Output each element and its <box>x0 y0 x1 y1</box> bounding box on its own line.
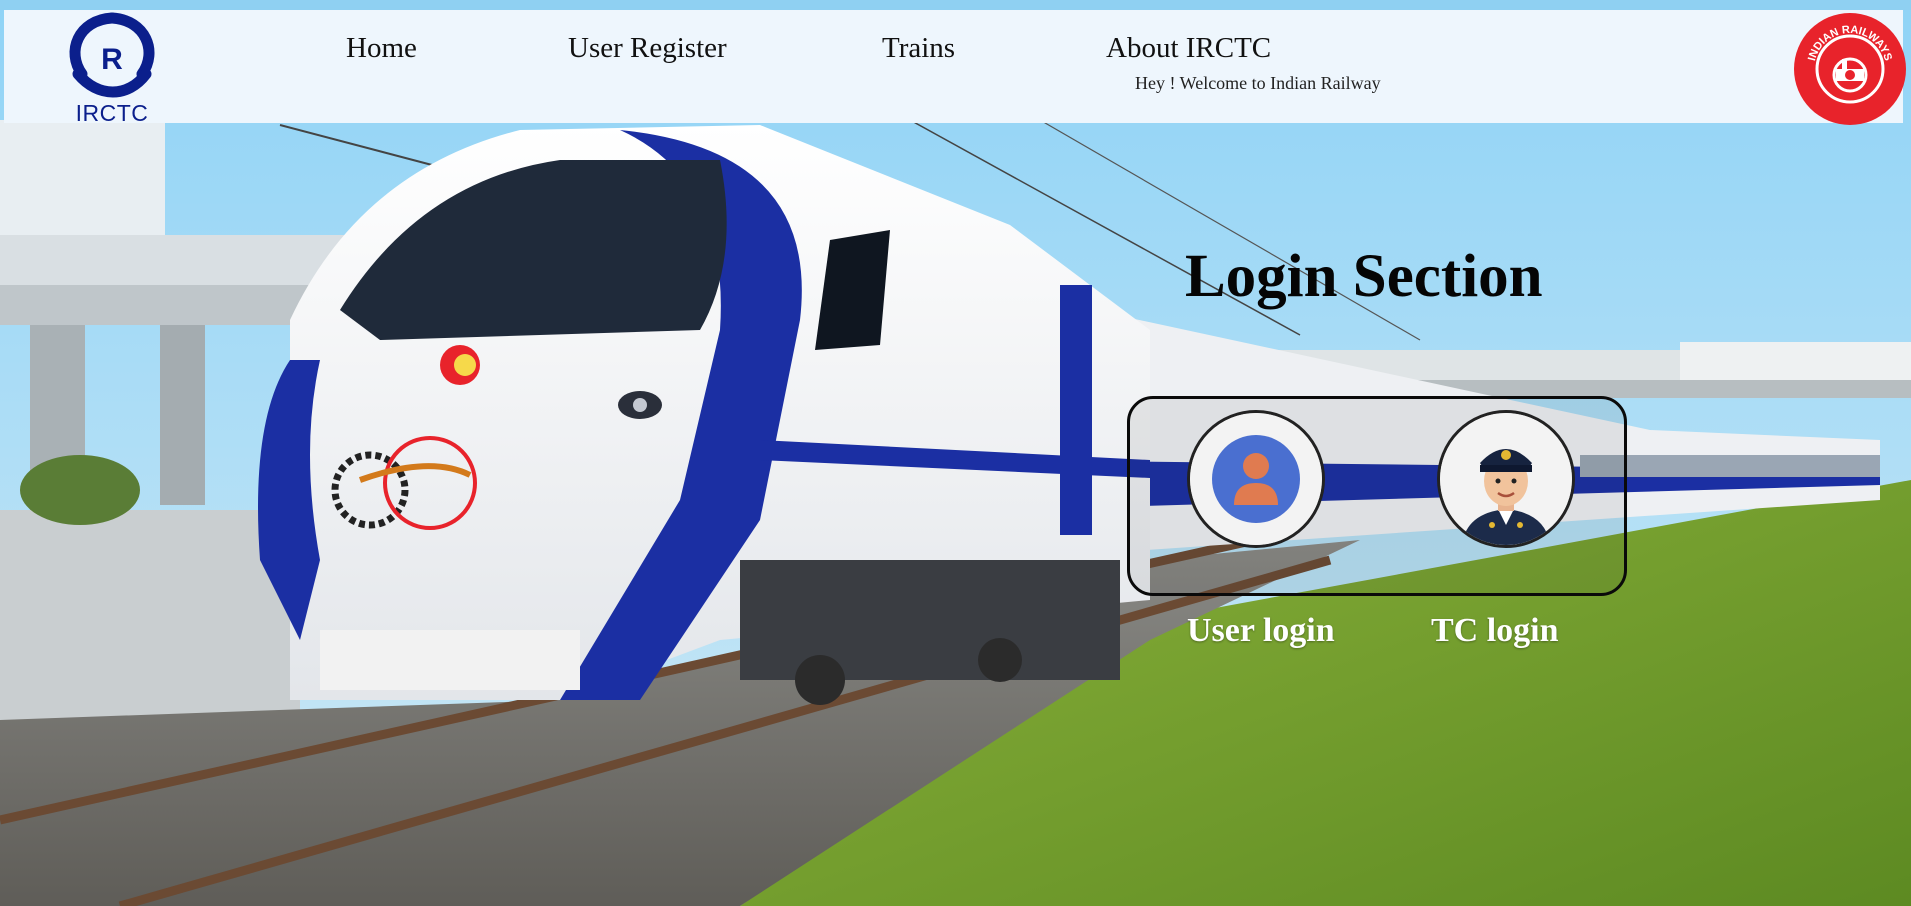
irctc-logo-text: IRCTC <box>75 100 149 126</box>
login-section-title: Login Section <box>1185 243 1543 310</box>
nav-trains[interactable]: Trains <box>882 32 955 65</box>
nav-user-register[interactable]: User Register <box>568 32 727 65</box>
indian-railways-emblem: INDIAN RAILWAYS <box>1794 13 1906 125</box>
irctc-logo[interactable]: R IRCTC <box>58 12 166 126</box>
user-login-label[interactable]: User login <box>1187 612 1335 650</box>
welcome-message: Hey ! Welcome to Indian Railway <box>1135 73 1381 93</box>
nav-about-irctc[interactable]: About IRCTC <box>1106 32 1271 65</box>
user-login-button[interactable] <box>1187 410 1325 548</box>
nav-home[interactable]: Home <box>346 32 417 65</box>
ticket-checker-avatar-icon <box>1440 413 1572 545</box>
irctc-logo-icon: R <box>69 12 155 98</box>
tc-login-button[interactable] <box>1437 410 1575 548</box>
tc-login-label[interactable]: TC login <box>1431 612 1559 650</box>
top-strip <box>0 0 1911 10</box>
site-header: R IRCTC Home User Register Trains About … <box>4 10 1906 126</box>
user-avatar-icon <box>1190 413 1322 545</box>
svg-text:R: R <box>101 43 123 76</box>
